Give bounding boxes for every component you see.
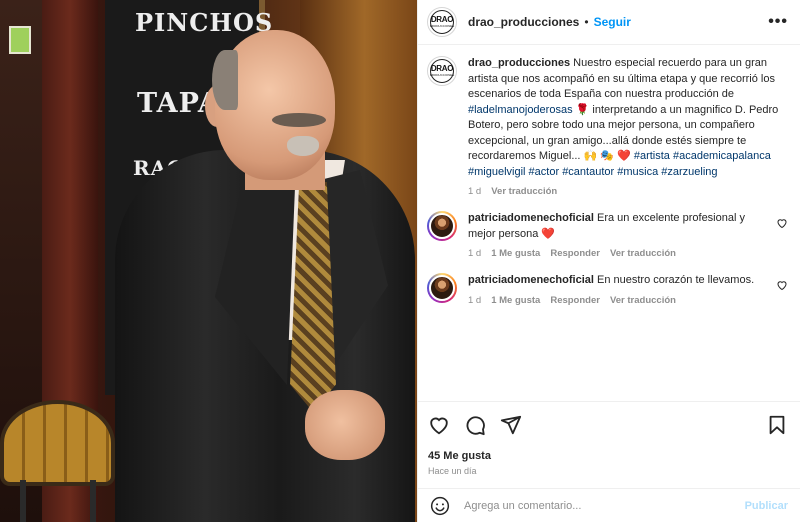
more-options-icon[interactable]: ••• — [768, 13, 788, 31]
comment-text: patriciadomenechoficial En nuestro coraz… — [468, 273, 788, 289]
person-beard — [287, 136, 319, 156]
logo-subtext: PRODUCCIONES — [429, 24, 455, 28]
bookmark-icon[interactable] — [766, 414, 788, 436]
comment-likes[interactable]: 1 Me gusta — [491, 248, 540, 259]
comment-icon[interactable] — [464, 414, 486, 436]
caption-time[interactable]: 1 d — [468, 186, 481, 197]
comment-username[interactable]: patriciadomenechoficial — [468, 274, 594, 286]
comment-message: En nuestro corazón te llevamos. — [597, 274, 755, 286]
commenter-avatar[interactable] — [427, 273, 457, 303]
heart-emoji: ❤️ — [541, 227, 556, 240]
add-comment-bar: Publicar — [418, 488, 800, 522]
comment-body: patriciadomenechoficial En nuestro coraz… — [468, 273, 788, 306]
comment-text: patriciadomenechoficial Era un excelente… — [468, 211, 788, 242]
hashtag-link[interactable]: #cantautor — [562, 166, 614, 178]
publish-button[interactable]: Publicar — [745, 500, 788, 512]
comment-meta: 1 d 1 Me gusta Responder Ver traducción — [468, 248, 788, 259]
see-translation-link[interactable]: Ver traducción — [491, 186, 557, 197]
comment-input[interactable] — [464, 499, 745, 512]
caption-username[interactable]: drao_producciones — [468, 57, 570, 69]
author-username[interactable]: drao_producciones — [468, 15, 579, 29]
wooden-chair — [0, 400, 115, 486]
see-translation-link[interactable]: Ver traducción — [610, 295, 676, 306]
person-hands — [305, 390, 385, 460]
comments-scroll-area[interactable]: DRAO PRODUCCIONES drao_producciones Nues… — [418, 46, 800, 401]
comment-like-icon[interactable] — [776, 217, 788, 229]
comment-time[interactable]: 1 d — [468, 295, 481, 306]
comment-item: patriciadomenechoficial Era un excelente… — [427, 211, 788, 259]
comment-username[interactable]: patriciadomenechoficial — [468, 212, 594, 224]
post-actions: 45 Me gusta Hace un día — [418, 401, 800, 476]
commenter-avatar[interactable] — [427, 211, 457, 241]
heart-icon[interactable] — [428, 414, 450, 436]
hashtag-link[interactable]: #ladelmanojoderosas — [468, 104, 573, 116]
caption-body: drao_producciones Nuestro especial recue… — [468, 56, 788, 197]
logo-text: DRAO — [430, 64, 454, 73]
post-photo[interactable]: PINCHOS TAPA RAC — [0, 0, 417, 522]
rose-emoji: 🌹 — [575, 103, 590, 116]
see-translation-link[interactable]: Ver traducción — [610, 248, 676, 259]
comment-time[interactable]: 1 d — [468, 248, 481, 259]
caption-emojis: 🙌 🎭 ❤️ — [583, 150, 631, 162]
hashtag-link[interactable]: #musica — [617, 166, 658, 178]
share-icon[interactable] — [500, 414, 522, 436]
hashtag-link[interactable]: #artista — [634, 150, 670, 162]
person-hair — [212, 50, 238, 110]
green-sign — [9, 26, 31, 54]
board-line-pinchos: PINCHOS — [135, 8, 274, 37]
post-timestamp[interactable]: Hace un día — [428, 466, 788, 476]
hashtag-link[interactable]: #miguelvigil — [468, 166, 525, 178]
emoji-icon[interactable] — [430, 496, 450, 516]
follow-button[interactable]: Seguir — [594, 15, 631, 29]
person-moustache — [272, 113, 326, 127]
comment-likes[interactable]: 1 Me gusta — [491, 295, 540, 306]
comment-like-icon[interactable] — [776, 279, 788, 291]
comment-body: patriciadomenechoficial Era un excelente… — [468, 211, 788, 259]
hashtag-link[interactable]: #academicapalanca — [673, 150, 771, 162]
likes-count[interactable]: 45 Me gusta — [428, 450, 788, 462]
caption-text: drao_producciones Nuestro especial recue… — [468, 56, 788, 180]
caption-avatar[interactable]: DRAO PRODUCCIONES — [427, 56, 457, 86]
post-side-panel: DRAO PRODUCCIONES drao_producciones • Se… — [417, 0, 800, 522]
post-caption: DRAO PRODUCCIONES drao_producciones Nues… — [427, 56, 788, 197]
reply-button[interactable]: Responder — [550, 295, 600, 306]
hashtag-link[interactable]: #actor — [529, 166, 560, 178]
logo-text: DRAO — [430, 15, 454, 24]
drao-logo: DRAO PRODUCCIONES — [430, 10, 454, 34]
logo-subtext: PRODUCCIONES — [429, 73, 455, 77]
comment-item: patriciadomenechoficial En nuestro coraz… — [427, 273, 788, 306]
chair-leg — [90, 480, 96, 522]
drao-logo: DRAO PRODUCCIONES — [430, 59, 454, 83]
chair-leg — [20, 480, 26, 522]
action-icons — [428, 412, 788, 438]
reply-button[interactable]: Responder — [550, 248, 600, 259]
comment-meta: 1 d 1 Me gusta Responder Ver traducción — [468, 295, 788, 306]
author-avatar[interactable]: DRAO PRODUCCIONES — [427, 7, 457, 37]
caption-meta: 1 d Ver traducción — [468, 186, 788, 197]
post-header: DRAO PRODUCCIONES drao_producciones • Se… — [418, 0, 800, 45]
hashtag-link[interactable]: #zarzueling — [661, 166, 717, 178]
separator-dot: • — [584, 15, 589, 29]
